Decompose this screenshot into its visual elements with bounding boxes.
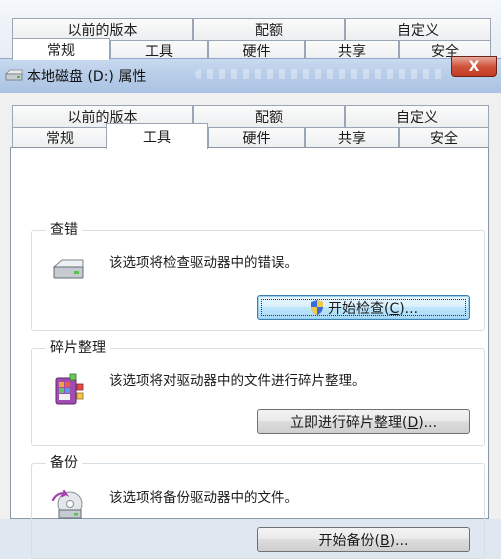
check-now-label: 开始检查(C)... <box>327 300 419 317</box>
disk-check-icon <box>50 257 86 287</box>
tab-quota[interactable]: 配额 <box>193 105 345 127</box>
tab-general[interactable]: 常规 <box>12 127 108 148</box>
close-icon: X <box>468 58 480 75</box>
backup-group: 备份 该选项将备份驱动器中的文件。 开始备份(B)... <box>31 452 485 559</box>
title-bar[interactable]: 本地磁盘 (D:) 属性 <box>0 58 501 94</box>
bg-tab-hardware[interactable]: 硬件 <box>208 40 305 60</box>
bg-tab-previous-versions[interactable]: 以前的版本 <box>12 18 193 40</box>
bg-tab-sharing[interactable]: 共享 <box>305 40 399 60</box>
backup-now-label: 开始备份(B)... <box>318 532 409 549</box>
bg-tab-tools[interactable]: 工具 <box>110 40 208 60</box>
defrag-title: 碎片整理 <box>46 337 110 357</box>
error-check-title: 查错 <box>46 219 82 239</box>
tools-tab-panel: 查错 该选项将检查驱动器中的错误。 开始检查(C)... 碎片整理 该选项将对驱… <box>10 147 489 559</box>
defrag-group: 碎片整理 该选项将对驱动器中的文件进行碎片整理。 立即进行碎片整理(D)... <box>31 337 485 446</box>
tab-security[interactable]: 安全 <box>399 127 489 148</box>
drive-icon <box>4 69 24 87</box>
titlebar-glass-decoration <box>195 69 445 79</box>
defragment-now-button[interactable]: 立即进行碎片整理(D)... <box>257 409 470 434</box>
tab-hardware[interactable]: 硬件 <box>208 127 305 148</box>
properties-dialog: 以前的版本 配额 自定义 常规 工具 硬件 共享 安全 查错 该选项将检查驱动器… <box>0 93 501 559</box>
uac-shield-icon <box>309 299 325 316</box>
error-check-group: 查错 该选项将检查驱动器中的错误。 开始检查(C)... <box>31 219 485 331</box>
tab-tools[interactable]: 工具 <box>106 123 208 149</box>
backup-description: 该选项将备份驱动器中的文件。 <box>109 490 298 506</box>
check-now-button[interactable]: 开始检查(C)... <box>257 295 470 320</box>
tab-sharing[interactable]: 共享 <box>305 127 399 148</box>
bg-tab-general[interactable]: 常规 <box>12 38 110 60</box>
defragment-now-label: 立即进行碎片整理(D)... <box>289 414 438 431</box>
bg-tab-quota[interactable]: 配额 <box>193 18 345 40</box>
backup-now-button[interactable]: 开始备份(B)... <box>257 527 470 552</box>
window-title: 本地磁盘 (D:) 属性 <box>27 69 147 85</box>
bg-tab-customize[interactable]: 自定义 <box>345 18 491 40</box>
defrag-description: 该选项将对驱动器中的文件进行碎片整理。 <box>109 373 366 389</box>
backup-icon <box>50 489 88 526</box>
defrag-icon <box>50 373 86 411</box>
error-check-description: 该选项将检查驱动器中的错误。 <box>109 255 298 271</box>
backup-title: 备份 <box>46 452 82 472</box>
tab-customize[interactable]: 自定义 <box>345 105 489 127</box>
close-button[interactable]: X <box>451 56 497 77</box>
background-properties-window: 以前的版本 配额 自定义 常规 工具 硬件 共享 安全 <box>0 0 501 61</box>
